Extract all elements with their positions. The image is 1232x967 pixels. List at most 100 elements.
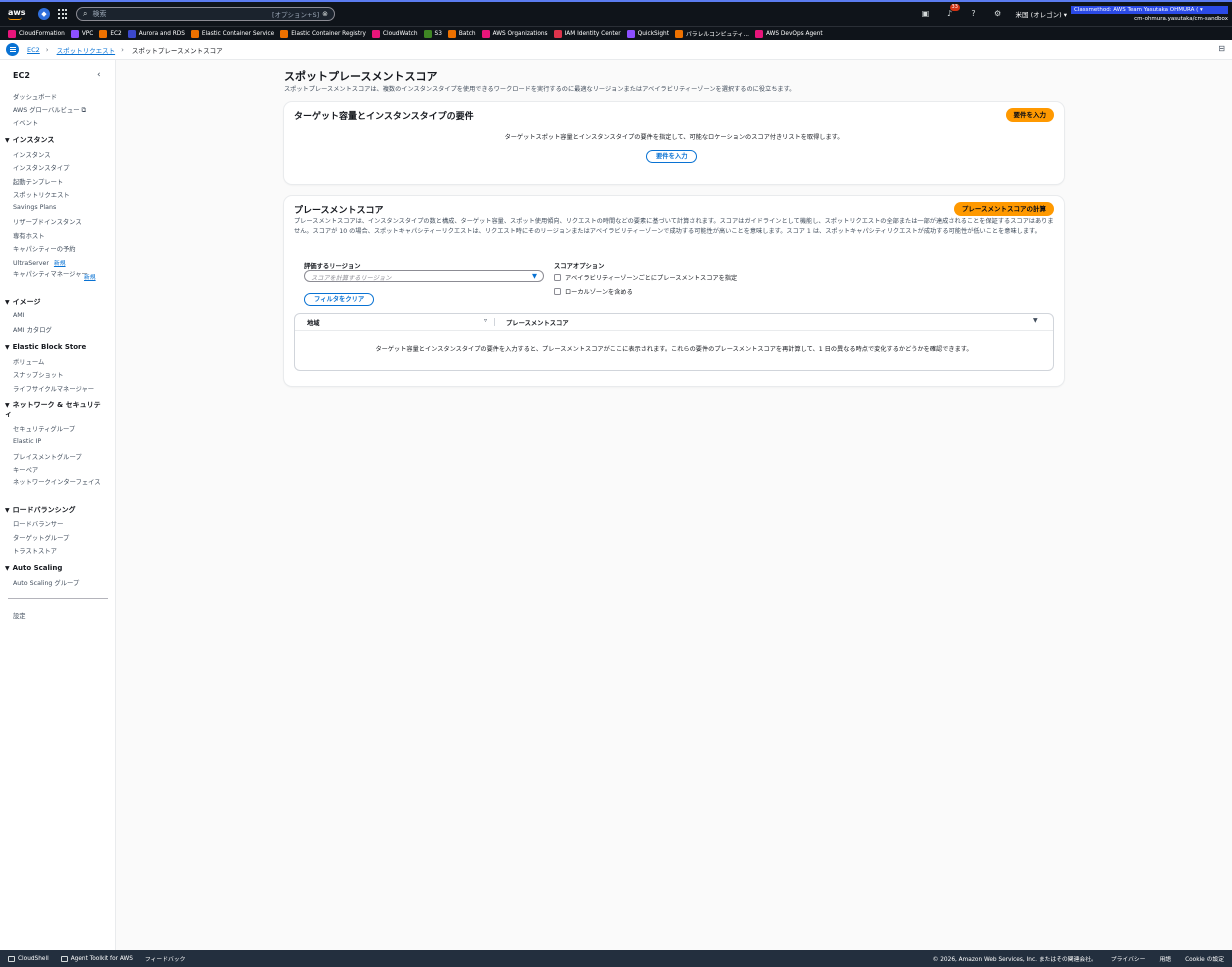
account-role: Classmethod: AWS Team Yasutaka OHMURA ( … [1071, 6, 1228, 14]
favorite-ecr[interactable]: Elastic Container Registry [280, 29, 366, 38]
sidebar-item-lifecycle-manager[interactable]: ライフサイクルマネージャー [13, 384, 94, 393]
caret-down-icon: ▼ [5, 344, 10, 351]
sidebar-item-launch-templates[interactable]: 起動テンプレート [13, 177, 63, 186]
split-panel-icon[interactable]: ⊟ [1218, 44, 1225, 53]
sidebar-item-savings-plans[interactable]: Savings Plans [13, 204, 56, 211]
calculate-placement-score-button[interactable]: プレースメントスコアの計算 [953, 202, 1054, 216]
settings-gear-icon[interactable]: ⚙ [993, 9, 1003, 19]
sidebar-item-dedicated-hosts[interactable]: 専有ホスト [13, 231, 44, 240]
placement-score-panel: プレースメントスコア プレースメントスコアの計算 プレースメントスコアは、インス… [284, 196, 1064, 386]
sidebar-item-ami-catalog[interactable]: AMI カタログ [13, 325, 52, 334]
help-icon[interactable]: ? [969, 9, 979, 19]
sidebar-item-placement-groups[interactable]: プレイスメントグループ [13, 452, 82, 461]
cloudshell-icon[interactable]: ▣ [921, 9, 931, 19]
cookie-settings-link[interactable]: Cookie の設定 [1185, 954, 1224, 963]
devops-agent-icon [755, 29, 764, 38]
favorite-vpc[interactable]: VPC [70, 29, 93, 38]
favorite-parallel-computing[interactable]: パラレルコンピュティ... [674, 29, 749, 38]
sidebar-section-instances[interactable]: ▼ インスタンス [5, 135, 54, 145]
favorite-ecs[interactable]: Elastic Container Service [190, 29, 274, 38]
sort-icon[interactable]: ▿ [484, 317, 487, 324]
favorite-ec2[interactable]: EC2 [99, 29, 122, 38]
sidebar-item-settings[interactable]: 設定 [13, 611, 26, 620]
sidebar-item-spot-requests[interactable]: スポットリクエスト [13, 190, 70, 199]
page-description: スポットプレースメントスコアは、複数のインスタンスタイプを使用できるワークロード… [284, 86, 796, 93]
region-select-placeholder: スコアを計算するリージョン [311, 274, 392, 282]
services-menu-icon[interactable] [58, 9, 68, 19]
sort-desc-icon[interactable]: ▼ [1033, 317, 1038, 324]
favorite-devops-agent[interactable]: AWS DevOps Agent [755, 29, 823, 38]
favorite-cloudwatch[interactable]: CloudWatch [371, 29, 418, 38]
sidebar-item-ultraserver[interactable]: UltraServer 新規 [13, 258, 66, 267]
notifications-bell-icon[interactable]: ♪ 33 [945, 4, 960, 19]
checkbox-box[interactable] [554, 274, 561, 281]
collapse-sidebar-icon[interactable]: ‹ [97, 70, 101, 80]
sidebar-section-images[interactable]: ▼ イメージ [5, 297, 41, 307]
sidebar-section-ebs[interactable]: ▼ Elastic Block Store [5, 343, 86, 351]
terms-link[interactable]: 用語 [1159, 954, 1171, 963]
breadcrumb-current: スポットプレースメントスコア [131, 46, 223, 55]
requirements-heading: ターゲット容量とインスタンスタイプの要件 [294, 112, 474, 122]
sidebar-item-elastic-ip[interactable]: Elastic IP [13, 438, 41, 445]
favorite-s3[interactable]: S3 [423, 29, 442, 38]
local-zone-checkbox[interactable]: ローカルゾーンを含める [554, 287, 633, 296]
sidebar-item-key-pairs[interactable]: キーペア [13, 465, 38, 474]
search-shortcut: [オプション+S] [271, 11, 320, 19]
column-header-region[interactable]: 地域 [307, 318, 320, 327]
breadcrumb-ec2[interactable]: EC2 [27, 46, 40, 54]
hamburger-menu-icon[interactable] [6, 43, 19, 56]
favorite-batch[interactable]: Batch [447, 29, 476, 38]
sidebar-item-trust-stores[interactable]: トラストストア [13, 546, 57, 555]
region-select[interactable]: スコアを計算するリージョン ▼ [304, 270, 544, 282]
enter-requirements-button[interactable]: 要件を入力 [1005, 108, 1054, 122]
sidebar-item-capacity-reservations[interactable]: キャパシティーの予約 [13, 244, 76, 253]
sidebar-section-auto-scaling[interactable]: ▼ Auto Scaling [5, 564, 62, 572]
cloudwatch-icon [371, 29, 380, 38]
feedback-link[interactable]: フィードバック [145, 954, 185, 963]
favorite-cloudformation[interactable]: CloudFormation [8, 29, 65, 38]
search-input[interactable]: ⌕ 検索 [オプション+S] ⊗ [76, 7, 335, 21]
cloudshell-button[interactable]: CloudShell [8, 955, 49, 962]
sidebar-item-network-interfaces[interactable]: ネットワークインターフェイス [13, 478, 105, 487]
clear-search-icon[interactable]: ⊗ [322, 10, 328, 18]
sidebar-item-global-view[interactable]: AWS グローバルビュー ⧉ [13, 105, 86, 115]
sidebar-item-snapshots[interactable]: スナップショット [13, 370, 63, 379]
table-header-divider [295, 330, 1053, 331]
favorite-iam-identity-center[interactable]: IAM Identity Center [553, 29, 621, 38]
privacy-link[interactable]: プライバシー [1111, 954, 1146, 963]
region-selector[interactable]: 米国 (オレゴン) ▾ [1016, 9, 1067, 19]
breadcrumb-spot-requests[interactable]: スポットリクエスト [57, 45, 116, 55]
checkbox-box[interactable] [554, 288, 561, 295]
sidebar-item-target-groups[interactable]: ターゲットグループ [13, 533, 69, 542]
sidebar-section-network-security[interactable]: ▼ ネットワーク & セキュリティ [5, 401, 105, 419]
sidebar-item-auto-scaling-groups[interactable]: Auto Scaling グループ [13, 578, 79, 587]
sidebar-item-reserved-instances[interactable]: リザーブドインスタンス [13, 217, 82, 226]
favorite-rds[interactable]: Aurora and RDS [127, 29, 185, 38]
enter-requirements-center-button[interactable]: 要件を入力 [646, 150, 698, 163]
chevron-right-icon: › [45, 45, 49, 54]
sidebar-item-volumes[interactable]: ボリューム [13, 357, 44, 366]
clear-filters-button[interactable]: フィルタをクリア [304, 293, 375, 306]
sidebar-item-security-groups[interactable]: セキュリティグループ [13, 424, 75, 433]
az-score-checkbox[interactable]: アベイラビリティーゾーンごとにプレースメントスコアを指定 [554, 273, 737, 282]
favorite-quicksight[interactable]: QuickSight [626, 29, 669, 38]
column-header-score[interactable]: プレースメントスコア [506, 318, 569, 327]
caret-down-icon: ▼ [5, 402, 10, 409]
sidebar-item-instances[interactable]: インスタンス [13, 150, 51, 159]
aws-logo[interactable]: aws [8, 8, 26, 20]
sidebar-section-load-balancing[interactable]: ▼ ロードバランシング [5, 505, 76, 515]
sidebar-item-ami[interactable]: AMI [13, 312, 25, 319]
agent-toolkit-button[interactable]: Agent Toolkit for AWS [60, 955, 133, 962]
favorite-organizations[interactable]: AWS Organizations [481, 29, 548, 38]
sidebar-item-dashboard[interactable]: ダッシュボード [13, 92, 57, 101]
account-menu[interactable]: Classmethod: AWS Team Yasutaka OHMURA ( … [1071, 2, 1232, 26]
iam-identity-center-icon [553, 29, 562, 38]
sidebar-item-instance-types[interactable]: インスタンスタイプ [13, 163, 69, 172]
column-divider [494, 318, 495, 326]
caret-down-icon: ▼ [5, 507, 10, 514]
sidebar-item-load-balancers[interactable]: ロードバランサー [13, 519, 63, 528]
copyright-text: © 2026, Amazon Web Services, Inc. またはその関… [932, 957, 1097, 963]
parallel-computing-icon [674, 29, 683, 38]
amazon-q-icon[interactable]: ◆ [38, 8, 50, 20]
sidebar-item-events[interactable]: イベント [13, 118, 38, 127]
